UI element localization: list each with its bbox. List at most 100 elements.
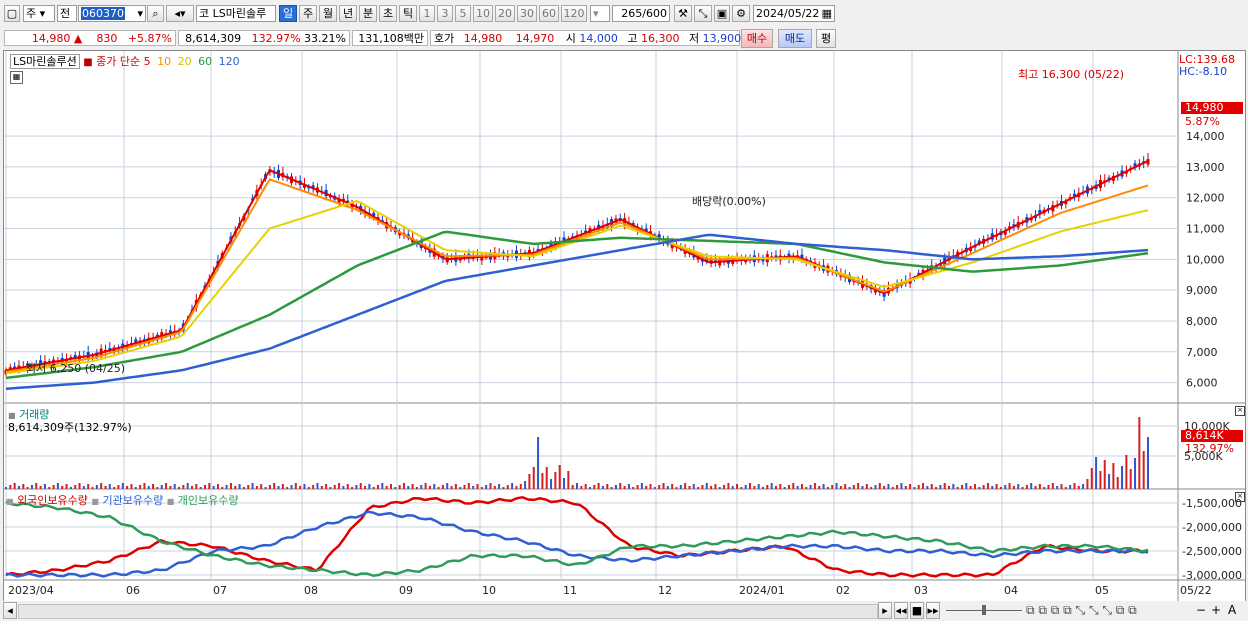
- volume-bar: [965, 483, 968, 489]
- zoom-out-icon[interactable]: −: [1196, 603, 1206, 617]
- volume-bar: [22, 484, 25, 489]
- stop-icon[interactable]: ■: [910, 602, 924, 619]
- market-select[interactable]: 주 ▾: [23, 5, 55, 22]
- forward-icon[interactable]: ▸▸: [926, 602, 940, 619]
- volume-bar: [922, 483, 925, 489]
- search-icon[interactable]: ⌕: [147, 5, 164, 22]
- buy-button[interactable]: 매수: [741, 29, 773, 48]
- crosshair-icon[interactable]: ⤡: [694, 5, 712, 22]
- volume-bar: [558, 465, 561, 489]
- rewind-icon[interactable]: ◂◂: [894, 602, 908, 619]
- turnover: 33.21%: [304, 32, 346, 45]
- window-icon[interactable]: ▢: [4, 5, 20, 22]
- volume-bar: [398, 485, 401, 489]
- volume-bar: [152, 484, 155, 489]
- stock-title[interactable]: LS마린솔루션: [10, 54, 80, 69]
- range-120[interactable]: 120: [561, 5, 587, 22]
- volume-bar: [381, 483, 384, 489]
- gear-icon[interactable]: ⚙: [732, 5, 750, 22]
- up-arrow-icon: ▲: [73, 32, 83, 45]
- volume-bar: [887, 484, 890, 489]
- volume-bar: [645, 486, 648, 489]
- stock-code-input[interactable]: 060370 ▾: [78, 5, 146, 22]
- change-percent: +5.87%: [127, 32, 172, 45]
- volume-box: 8,614,309 132.97% 33.21%: [178, 30, 350, 46]
- horizontal-scrollbar[interactable]: [18, 604, 878, 619]
- sell-button[interactable]: 매도: [778, 29, 812, 48]
- save-icon[interactable]: ▣: [714, 5, 730, 22]
- zoom-in-icon[interactable]: +: [1211, 603, 1221, 617]
- volume-bars: [5, 417, 1149, 489]
- price-axis-tick: 14,000: [1186, 130, 1225, 143]
- volume-bar: [467, 483, 470, 489]
- volume-bar: [1077, 486, 1080, 489]
- period-second[interactable]: 초: [379, 5, 397, 22]
- period-minute[interactable]: 분: [359, 5, 377, 22]
- range-10[interactable]: 10: [473, 5, 493, 22]
- stock-name-field[interactable]: 코 LS마린솔루: [196, 5, 276, 22]
- volume-bar: [82, 486, 85, 489]
- volume-bar: [619, 483, 622, 489]
- period-tick[interactable]: 틱: [399, 5, 417, 22]
- scroll-left-icon[interactable]: ◂: [3, 602, 17, 619]
- font-size-icon[interactable]: A: [1228, 603, 1236, 617]
- volume-bar: [1051, 483, 1054, 489]
- range-20[interactable]: 20: [495, 5, 515, 22]
- x-axis-tick: 2024/01: [739, 584, 785, 597]
- close-icon[interactable]: ×: [1235, 406, 1245, 416]
- range-3[interactable]: 3: [437, 5, 453, 22]
- period-week[interactable]: 주: [299, 5, 317, 22]
- volume-bar: [991, 486, 994, 489]
- volume-bar: [48, 487, 51, 489]
- volume-bar: [316, 483, 319, 489]
- volume-bar: [294, 483, 297, 489]
- volume-bar: [126, 486, 129, 489]
- volume-bar: [688, 486, 691, 489]
- range-30[interactable]: 30: [517, 5, 537, 22]
- chart-tools-icon[interactable]: ⚒: [674, 5, 692, 22]
- volume-bar: [1129, 469, 1132, 489]
- range-60[interactable]: 60: [539, 5, 559, 22]
- zoom-slider-handle[interactable]: [982, 605, 986, 615]
- volume-bar: [169, 486, 172, 489]
- volume-bar: [160, 485, 163, 489]
- volume-bar: [986, 483, 989, 489]
- average-button[interactable]: 평: [816, 29, 836, 48]
- volume-bar: [1090, 468, 1093, 489]
- volume-bar: [247, 485, 250, 489]
- range-dropdown[interactable]: ▾: [590, 5, 610, 22]
- volume-bar: [130, 484, 133, 489]
- volume-bar: [173, 484, 176, 489]
- volume-bar: [796, 486, 799, 489]
- prev-label[interactable]: 전: [57, 5, 77, 22]
- scroll-right-icon[interactable]: ▸: [878, 602, 892, 619]
- volume-bar: [225, 485, 228, 489]
- volume-bar: [104, 486, 107, 489]
- price-axis-tick: 6,000: [1186, 377, 1218, 390]
- volume-bar: [935, 487, 938, 489]
- x-axis-tick: 06: [126, 584, 140, 597]
- x-axis-tick: 11: [563, 584, 577, 597]
- legend-individual: 개인보유수량: [177, 494, 239, 507]
- volume-bar: [1112, 463, 1115, 489]
- volume-bar: [805, 487, 808, 489]
- layout-icons[interactable]: ⧉ ⧉ ⧉ ⧉ ⤡ ⤡ ⤡ ⧉ ⧉: [1026, 603, 1137, 618]
- volume-bar: [731, 486, 734, 489]
- volume-bar: [1060, 484, 1063, 489]
- count-input[interactable]: 265/600: [612, 5, 670, 22]
- range-1[interactable]: 1: [419, 5, 435, 22]
- volume-bar: [515, 486, 518, 489]
- volume-bar: [679, 485, 682, 489]
- volume-bar: [1082, 484, 1085, 489]
- close-icon[interactable]: ×: [1235, 492, 1245, 502]
- chart-area[interactable]: 6,000 7,000 8,000 9,000 10,000 11,000 12,000 13…: [3, 50, 1246, 602]
- volume-bar: [593, 485, 596, 489]
- period-month[interactable]: 월: [319, 5, 337, 22]
- range-5[interactable]: 5: [455, 5, 471, 22]
- volume-bar: [463, 485, 466, 489]
- speaker-icon[interactable]: ◂▾: [166, 5, 194, 22]
- period-day[interactable]: 일: [279, 5, 297, 22]
- period-year[interactable]: 년: [339, 5, 357, 22]
- grid-icon[interactable]: ▦: [10, 71, 23, 84]
- date-input[interactable]: 2024/05/22 ▦: [753, 5, 835, 22]
